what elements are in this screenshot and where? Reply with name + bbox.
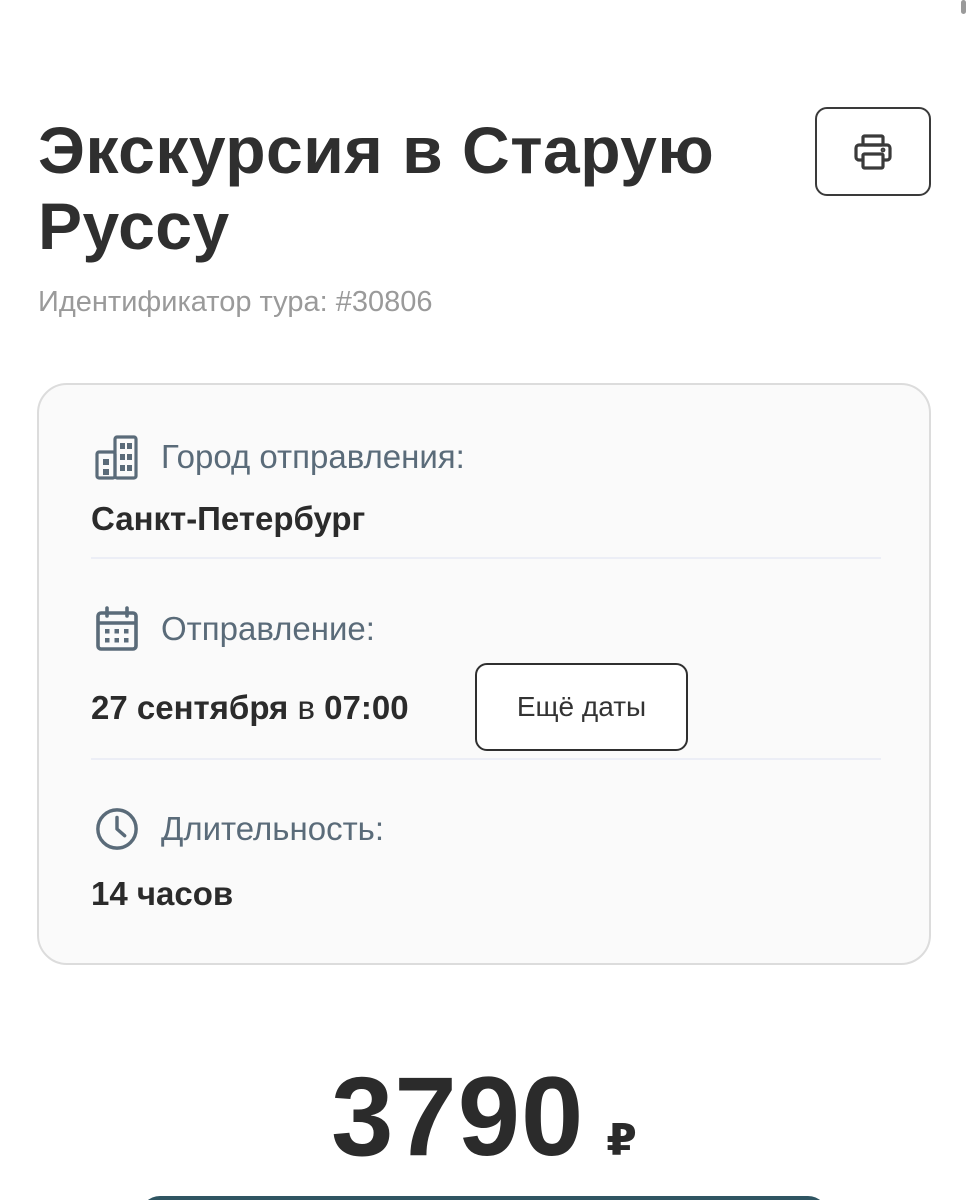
duration-value: 14 часов xyxy=(91,875,234,912)
departure-label: Отправление: xyxy=(161,610,375,647)
tour-details-card: Город отправления: Санкт-Петербург Отпра… xyxy=(37,383,931,965)
divider xyxy=(91,758,881,760)
print-button[interactable] xyxy=(815,107,931,196)
departure-date: 27 сентября xyxy=(91,689,289,726)
printer-icon xyxy=(854,133,892,170)
divider xyxy=(91,557,881,559)
clock-icon xyxy=(95,805,139,853)
price-amount: 3790 xyxy=(331,1054,585,1179)
departure-city-label: Город отправления: xyxy=(161,438,465,475)
tour-page: Экскурсия в Старую Руссу Идентификатор т… xyxy=(0,0,968,1200)
departure-header: Отправление: xyxy=(95,605,375,653)
departure-datetime: 27 сентября в 07:00 xyxy=(91,689,409,727)
departure-city-header: Город отправления: xyxy=(95,433,465,481)
departure-time: 07:00 xyxy=(324,689,409,726)
building-icon xyxy=(95,433,139,481)
page-title: Экскурсия в Старую Руссу xyxy=(38,113,715,263)
tour-id: Идентификатор тура: #30806 xyxy=(38,286,433,318)
duration-label: Длительность: xyxy=(161,810,385,847)
price: 3790 ₽ xyxy=(0,1052,968,1181)
duration-header: Длительность: xyxy=(95,805,384,853)
scrollbar[interactable] xyxy=(961,0,966,14)
calendar-icon xyxy=(95,605,139,653)
book-button[interactable] xyxy=(140,1196,828,1200)
price-currency: ₽ xyxy=(606,1116,637,1165)
departure-connector: в xyxy=(297,689,315,726)
departure-city-value: Санкт-Петербург xyxy=(91,500,366,537)
more-dates-button[interactable]: Ещё даты xyxy=(475,663,688,751)
